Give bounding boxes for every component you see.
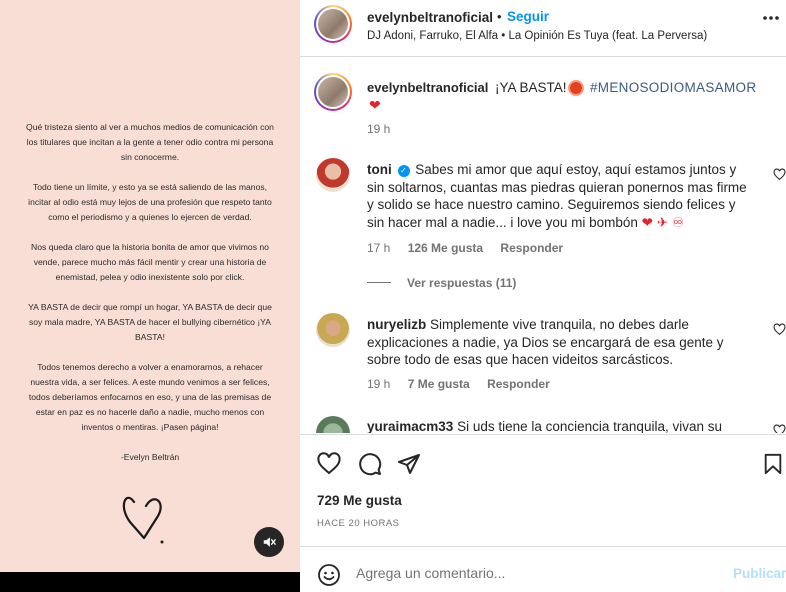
header-username[interactable]: evelynbeltranoficial [367, 10, 493, 25]
like-icon[interactable] [316, 452, 342, 476]
more-options-icon[interactable] [762, 15, 780, 21]
heart-outline-icon[interactable] [773, 168, 786, 181]
post-sidebar: evelynbeltranoficial • Seguir DJ Adoni, … [300, 0, 786, 592]
likes-count[interactable]: 729 Me gusta [317, 493, 402, 508]
comment-item: toni ✓ Sabes mi amor que aquí estoy, aqu… [367, 161, 747, 231]
view-replies-button[interactable]: Ver respuestas (11) [367, 276, 516, 290]
comment-meta: 17 h 126 Me gusta Responder [367, 241, 563, 255]
avatar[interactable] [314, 5, 352, 43]
comment-time[interactable]: 17 h [367, 241, 390, 255]
media-paragraph: YA BASTA de decir que rompí un hogar, YA… [28, 302, 272, 342]
audio-link[interactable]: DJ Adoni, Farruko, El Alfa • La Opinión … [367, 30, 707, 42]
media-signature: -Evelyn Beltrán [120, 452, 180, 462]
comment-box-divider [300, 546, 786, 547]
heart-outline-icon[interactable] [773, 424, 786, 433]
media-paragraph: Qué tristeza siento al ver a muchos medi… [26, 122, 274, 162]
hashtag-link[interactable]: #MENOSODIOMASAMOR [590, 80, 756, 95]
avatar[interactable] [314, 73, 352, 111]
post-media[interactable]: Qué tristeza siento al ver a muchos medi… [0, 0, 300, 592]
separator-dot: • [497, 9, 502, 24]
comment-body: Si uds tiene la conciencia tranquila, vi… [457, 419, 722, 433]
media-paragraph: Nos queda claro que la historia bonita d… [31, 242, 269, 282]
comment-item: yuraimacm33 Si uds tiene la conciencia t… [367, 418, 747, 433]
comment-likes[interactable]: 7 Me gusta [408, 377, 470, 391]
media-text: Qué tristeza siento al ver a muchos medi… [22, 120, 278, 465]
media-paragraph: Todo tiene un límite, y esto ya se está … [28, 182, 272, 222]
media-paragraph: Todos tenemos derecho a volver a enamora… [28, 362, 272, 432]
comment-likes[interactable]: 126 Me gusta [408, 241, 483, 255]
comment-icon[interactable] [357, 452, 383, 476]
comment-clip: yuraimacm33 Si uds tiene la conciencia t… [300, 408, 786, 433]
follow-button[interactable]: Seguir [507, 9, 549, 24]
comment-body: Sabes mi amor que aquí estoy, aquí estam… [367, 162, 747, 230]
header-divider [300, 56, 786, 57]
caption-text: ¡YA BASTA! [495, 80, 567, 95]
comment-time[interactable]: 19 h [367, 377, 390, 391]
share-icon[interactable] [397, 452, 421, 476]
comment-meta: 19 h 7 Me gusta Responder [367, 377, 550, 391]
mute-button[interactable] [254, 527, 284, 557]
comment-avatar[interactable] [316, 158, 350, 192]
emoji-icon[interactable] [317, 563, 341, 587]
bookmark-icon[interactable] [762, 452, 784, 476]
publish-button[interactable]: Publicar [733, 566, 786, 581]
red-heart-icon: ❤ [369, 97, 381, 113]
actions-divider [300, 434, 786, 435]
comment-avatar[interactable] [316, 313, 350, 347]
comment-emojis: ❤ ✈ ♾ [641, 214, 684, 230]
reply-button[interactable]: Responder [500, 241, 563, 255]
comment-username[interactable]: yuraimacm33 [367, 419, 453, 433]
comment-avatar[interactable] [316, 416, 350, 433]
heart-outline-icon[interactable] [773, 323, 786, 336]
verified-badge-icon: ✓ [397, 165, 410, 177]
comment-username[interactable]: nuryelizb [367, 317, 426, 332]
stop-sign-emoji-icon [568, 80, 584, 96]
replies-line [367, 282, 391, 283]
caption-time[interactable]: 19 h [367, 122, 390, 136]
comment-item: nuryelizb Simplemente vive tranquila, no… [367, 316, 747, 369]
view-replies-label: Ver respuestas (11) [407, 276, 517, 290]
post-time[interactable]: HACE 20 HORAS [317, 518, 400, 529]
comment-input[interactable] [356, 565, 716, 581]
handdrawn-heart-icon [122, 496, 164, 544]
media-image: Qué tristeza siento al ver a muchos medi… [0, 0, 300, 572]
comment-username[interactable]: toni [367, 162, 392, 177]
speaker-muted-icon [263, 537, 276, 547]
reply-button[interactable]: Responder [487, 377, 550, 391]
caption-username[interactable]: evelynbeltranoficial [367, 80, 488, 95]
